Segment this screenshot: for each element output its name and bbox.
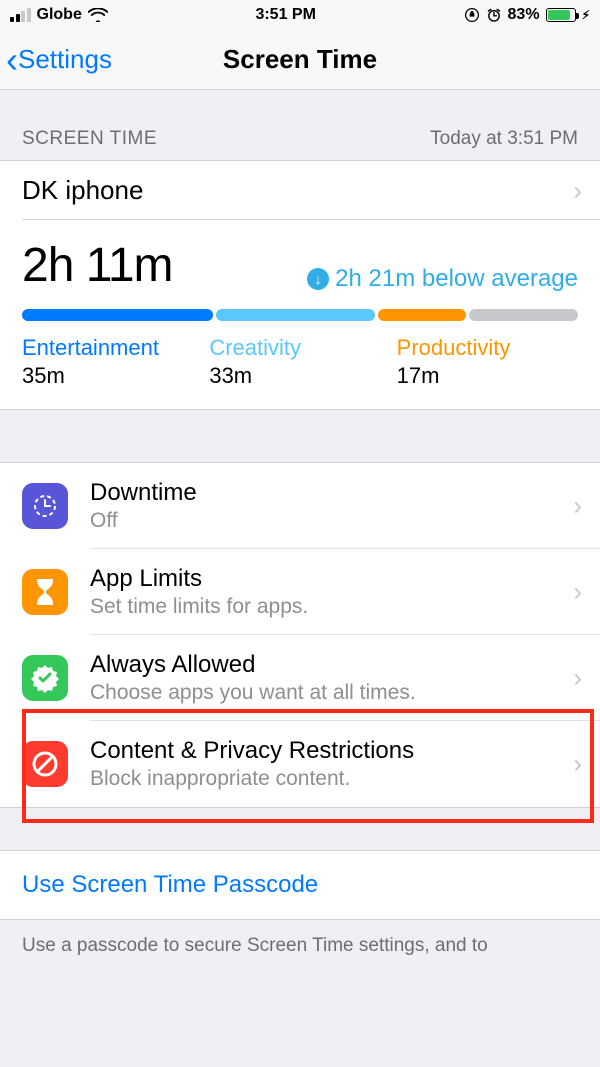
device-row[interactable]: DK iphone › [0, 161, 600, 220]
app-limits-row[interactable]: App Limits Set time limits for apps. › [0, 549, 600, 635]
battery-icon [546, 8, 576, 22]
use-passcode-button[interactable]: Use Screen Time Passcode [0, 850, 600, 920]
signal-icon [10, 8, 31, 22]
total-screen-time: 2h 11m [22, 238, 173, 293]
row-subtitle: Block inappropriate content. [90, 767, 414, 791]
category-creativity: Creativity 33m [203, 335, 390, 389]
row-title: Content & Privacy Restrictions [90, 737, 414, 765]
downtime-row[interactable]: Downtime Off › [0, 463, 600, 549]
category-time: 17m [397, 363, 578, 389]
back-button[interactable]: ‹ Settings [6, 30, 112, 89]
category-label: Creativity [209, 335, 390, 361]
chevron-left-icon: ‹ [6, 42, 18, 78]
page-title: Screen Time [223, 44, 377, 75]
passcode-footer-text: Use a passcode to secure Screen Time set… [0, 920, 600, 973]
section-header-right: Today at 3:51 PM [430, 128, 578, 150]
section-header-left: SCREEN TIME [22, 128, 157, 150]
downtime-icon [22, 483, 68, 529]
status-bar: Globe 3:51 PM 83% ⚡︎ [0, 0, 600, 30]
down-arrow-icon: ↓ [307, 268, 329, 290]
below-average-text: 2h 21m below average [335, 265, 578, 293]
chevron-right-icon: › [573, 491, 582, 522]
usage-summary[interactable]: 2h 11m ↓ 2h 21m below average Entertainm… [0, 220, 600, 409]
category-bar-chart [22, 309, 578, 321]
wifi-icon [88, 8, 108, 22]
category-productivity: Productivity 17m [391, 335, 578, 389]
below-average-indicator: ↓ 2h 21m below average [307, 265, 578, 293]
row-title: Always Allowed [90, 651, 416, 679]
use-passcode-label: Use Screen Time Passcode [22, 871, 318, 898]
chevron-right-icon: › [573, 749, 582, 780]
orientation-lock-icon [464, 7, 480, 23]
row-subtitle: Set time limits for apps. [90, 595, 308, 619]
row-title: App Limits [90, 565, 308, 593]
battery-percentage: 83% [508, 6, 540, 24]
screen-time-settings-group: Downtime Off › App Limits Set time limit… [0, 462, 600, 808]
chevron-right-icon: › [573, 577, 582, 608]
nav-bar: ‹ Settings Screen Time [0, 30, 600, 90]
screen-time-summary-group: DK iphone › 2h 11m ↓ 2h 21m below averag… [0, 160, 600, 410]
status-time: 3:51 PM [255, 6, 315, 24]
hourglass-icon [22, 569, 68, 615]
nosign-icon [22, 741, 68, 787]
row-title: Downtime [90, 479, 197, 507]
checkmark-seal-icon [22, 655, 68, 701]
carrier-label: Globe [37, 6, 82, 24]
category-time: 33m [209, 363, 390, 389]
row-subtitle: Off [90, 509, 197, 533]
row-subtitle: Choose apps you want at all times. [90, 681, 416, 705]
category-time: 35m [22, 363, 203, 389]
category-label: Entertainment [22, 335, 203, 361]
chevron-right-icon: › [573, 663, 582, 694]
category-label: Productivity [397, 335, 578, 361]
back-label: Settings [18, 44, 112, 75]
content-privacy-row[interactable]: Content & Privacy Restrictions Block ina… [0, 721, 600, 807]
device-name: DK iphone [22, 175, 143, 206]
charging-icon: ⚡︎ [582, 8, 590, 22]
alarm-icon [486, 7, 502, 23]
category-breakdown: Entertainment 35m Creativity 33m Product… [22, 335, 578, 389]
chevron-right-icon: › [573, 175, 582, 206]
always-allowed-row[interactable]: Always Allowed Choose apps you want at a… [0, 635, 600, 721]
screen-time-section-header: SCREEN TIME Today at 3:51 PM [0, 90, 600, 160]
category-entertainment: Entertainment 35m [22, 335, 203, 389]
